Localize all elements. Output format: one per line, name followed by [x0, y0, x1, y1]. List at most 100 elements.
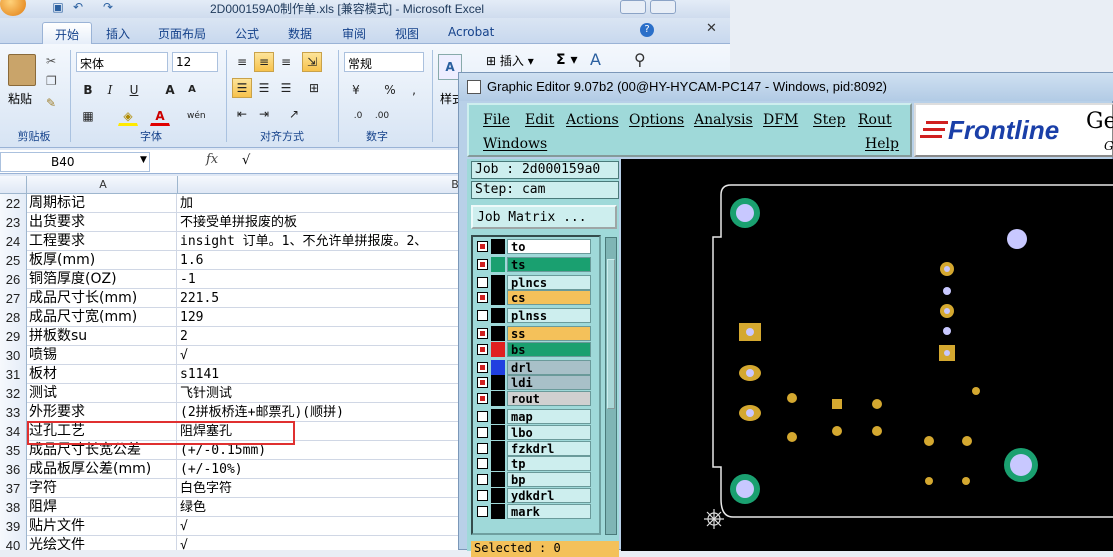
phonetic-icon[interactable]: wén: [186, 106, 206, 126]
minimize-button[interactable]: [620, 0, 646, 14]
cell-a[interactable]: 阻焊: [29, 498, 177, 517]
layer-color-swatch[interactable]: [491, 456, 505, 472]
layer-color-swatch[interactable]: [491, 341, 505, 357]
layer-name[interactable]: ydkdrl: [507, 488, 591, 503]
copy-icon[interactable]: ❐: [46, 74, 57, 88]
layer-name[interactable]: bp: [507, 472, 591, 488]
autosum-icon[interactable]: Σ ▾: [556, 52, 577, 68]
row-number[interactable]: 40: [0, 536, 27, 550]
cell-a[interactable]: 成品尺寸宽(mm): [29, 308, 177, 327]
cell-a[interactable]: 成品尺寸长(mm): [29, 289, 177, 308]
layer-row-map[interactable]: map: [475, 409, 593, 424]
row-number[interactable]: 23: [0, 213, 27, 232]
formula-input[interactable]: √: [242, 153, 250, 168]
layer-color-swatch[interactable]: [491, 488, 505, 503]
layer-color-swatch[interactable]: [491, 503, 505, 519]
decrease-indent-icon[interactable]: ⇤: [232, 104, 252, 124]
layer-color-swatch[interactable]: [491, 239, 505, 254]
layer-row-rout[interactable]: rout: [475, 391, 593, 407]
row-number[interactable]: 31: [0, 365, 27, 384]
cell-a[interactable]: 外形要求: [29, 403, 177, 422]
menu-windows[interactable]: Windows: [483, 136, 547, 152]
layer-name[interactable]: tp: [507, 456, 591, 472]
cell-a[interactable]: 板厚(mm): [29, 251, 177, 270]
layer-row-ts[interactable]: ts: [475, 256, 593, 272]
menu-rout[interactable]: Rout: [858, 112, 892, 128]
layer-name[interactable]: lbo: [507, 424, 591, 440]
layer-name[interactable]: mark: [507, 503, 591, 519]
menu-actions[interactable]: Actions: [566, 112, 619, 128]
layer-color-swatch[interactable]: [491, 472, 505, 488]
layer-row-drl[interactable]: drl: [475, 359, 593, 375]
redo-icon[interactable]: ↷: [100, 0, 116, 14]
layer-row-plncs[interactable]: plncs: [475, 274, 593, 290]
cell-a[interactable]: 工程要求: [29, 232, 177, 251]
layer-checkbox[interactable]: [477, 258, 488, 270]
cell-a[interactable]: 字符: [29, 479, 177, 498]
paste-icon[interactable]: [8, 54, 36, 86]
menu-edit[interactable]: Edit: [525, 112, 554, 128]
row-number[interactable]: 37: [0, 479, 27, 498]
layer-color-swatch[interactable]: [491, 359, 505, 375]
cell-a[interactable]: 出货要求: [29, 213, 177, 232]
paste-label[interactable]: 粘贴: [8, 90, 32, 107]
row-number[interactable]: 39: [0, 517, 27, 536]
row-number[interactable]: 38: [0, 498, 27, 517]
row-number[interactable]: 36: [0, 460, 27, 479]
sort-filter-icon[interactable]: A: [590, 50, 601, 69]
cell-a[interactable]: 光绘文件: [29, 536, 177, 550]
row-number[interactable]: 25: [0, 251, 27, 270]
currency-icon[interactable]: ¥: [346, 80, 366, 100]
layer-scrollbar-thumb[interactable]: [607, 259, 615, 409]
row-number[interactable]: 29: [0, 327, 27, 346]
row-number[interactable]: 28: [0, 308, 27, 327]
maximize-button[interactable]: [650, 0, 676, 14]
layer-name[interactable]: plncs: [507, 274, 591, 290]
layer-row-ydkdrl[interactable]: ydkdrl: [475, 488, 593, 503]
cell-a[interactable]: 铜箔厚度(OZ): [29, 270, 177, 289]
layer-color-swatch[interactable]: [491, 391, 505, 407]
comma-icon[interactable]: ,: [404, 80, 424, 100]
row-number[interactable]: 24: [0, 232, 27, 251]
layer-checkbox[interactable]: [477, 411, 488, 422]
name-box-dropdown-icon[interactable]: ▼: [140, 155, 147, 165]
layer-checkbox[interactable]: [477, 458, 488, 470]
close-icon[interactable]: ✕: [706, 21, 717, 36]
layer-color-swatch[interactable]: [491, 308, 505, 324]
help-icon[interactable]: ?: [640, 23, 654, 37]
shrink-font-icon[interactable]: A: [182, 80, 202, 100]
layer-name[interactable]: fzkdrl: [507, 440, 591, 456]
layer-checkbox[interactable]: [477, 310, 488, 322]
layer-color-swatch[interactable]: [491, 274, 505, 290]
layer-row-tp[interactable]: tp: [475, 456, 593, 472]
italic-button[interactable]: I: [100, 80, 120, 100]
layer-row-cs[interactable]: cs: [475, 290, 593, 306]
row-number[interactable]: 27: [0, 289, 27, 308]
layer-name[interactable]: map: [507, 409, 591, 424]
layer-checkbox[interactable]: [477, 276, 488, 288]
layer-color-swatch[interactable]: [491, 256, 505, 272]
menu-options[interactable]: Options: [629, 112, 684, 128]
menu-help[interactable]: Help: [865, 136, 899, 152]
layer-checkbox[interactable]: [477, 442, 488, 454]
layer-name[interactable]: ss: [507, 326, 591, 341]
layer-name[interactable]: bs: [507, 341, 591, 357]
increase-decimal-icon[interactable]: .0: [348, 106, 368, 126]
layer-checkbox[interactable]: [477, 328, 488, 339]
row-number[interactable]: 22: [0, 194, 27, 213]
decrease-decimal-icon[interactable]: .00: [372, 106, 392, 126]
office-button[interactable]: [0, 0, 26, 16]
layer-checkbox[interactable]: [477, 292, 488, 304]
cell-a[interactable]: 拼板数su: [29, 327, 177, 346]
layer-row-bs[interactable]: bs: [475, 341, 593, 357]
font-size-select[interactable]: 12: [172, 52, 218, 72]
tab-review[interactable]: 审阅: [330, 22, 378, 44]
tab-page-layout[interactable]: 页面布局: [146, 22, 218, 44]
row-number[interactable]: 35: [0, 441, 27, 460]
cell-a[interactable]: 板材: [29, 365, 177, 384]
tab-view[interactable]: 视图: [383, 22, 431, 44]
layer-color-swatch[interactable]: [491, 409, 505, 424]
row-number[interactable]: 33: [0, 403, 27, 422]
cell-a[interactable]: 测试: [29, 384, 177, 403]
increase-indent-icon[interactable]: ⇥: [254, 104, 274, 124]
